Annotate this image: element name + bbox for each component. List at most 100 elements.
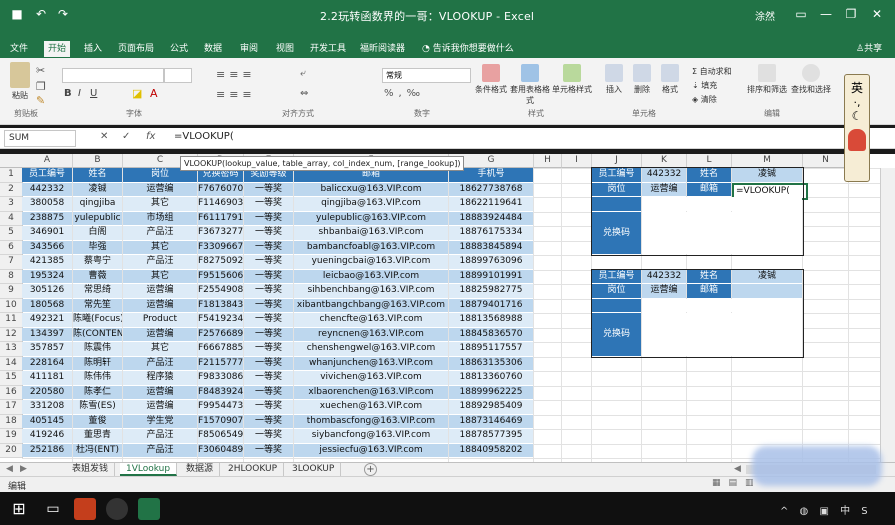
table-cell[interactable]: 其它 xyxy=(123,342,197,356)
table-cell[interactable]: F983308688 xyxy=(198,371,243,385)
table-cell[interactable]: 一等奖 xyxy=(244,429,293,443)
table-cell[interactable]: 18899763096 xyxy=(449,255,533,269)
row-header[interactable]: 8 xyxy=(0,269,23,284)
cut-icon[interactable]: ✂ xyxy=(36,64,45,77)
table-cell[interactable]: 常先笙 xyxy=(73,298,122,312)
table-cell[interactable]: 一等奖 xyxy=(244,182,293,196)
align-left-icons[interactable]: ≡≡≡ xyxy=(216,88,256,101)
table-cell[interactable]: baliccxu@163.VIP.com xyxy=(294,182,448,196)
sheet-tab-biaojie[interactable]: 表姐发钱 xyxy=(66,463,116,476)
row-header[interactable]: 12 xyxy=(0,327,23,342)
table-cell[interactable]: siybancfong@163.VIP.com xyxy=(294,429,448,443)
table-cell[interactable]: 18879401716 xyxy=(449,298,533,312)
table-cell[interactable]: F666788567 xyxy=(198,342,243,356)
table-cell[interactable]: 陈震伟 xyxy=(73,342,122,356)
add-sheet-button[interactable]: + xyxy=(364,463,377,476)
sheet-tab-hlookup[interactable]: 2HLOOKUP xyxy=(222,463,285,476)
table-cell[interactable]: F306048978 xyxy=(198,443,243,457)
table-cell[interactable]: 白阁 xyxy=(73,226,122,240)
table-cell[interactable]: 305126 xyxy=(22,284,72,298)
table-cell[interactable]: 18892985409 xyxy=(449,400,533,414)
table-cell[interactable]: 18876175334 xyxy=(449,226,533,240)
ime-moon-icon[interactable]: ☾ xyxy=(845,109,869,123)
table-cell[interactable]: 杜冯(ENT) xyxy=(73,443,122,457)
table-cell[interactable]: F367327761 xyxy=(198,226,243,240)
table-cell[interactable]: F257668994 xyxy=(198,327,243,341)
row-header[interactable]: 1 xyxy=(0,168,23,183)
table-cell[interactable]: F255490873 xyxy=(198,284,243,298)
worksheet-grid[interactable]: ABCDEFGHIJKLMN 1234567891011121314151617… xyxy=(0,154,895,462)
table-cell[interactable]: 331208 xyxy=(22,400,72,414)
table-cell[interactable]: 运营编 xyxy=(123,385,197,399)
table-cell[interactable]: 442332 xyxy=(22,182,72,196)
font-name-box[interactable] xyxy=(62,68,164,83)
table-cell[interactable]: 陈曦(Focus) xyxy=(73,313,122,327)
table-cell[interactable]: 常思绮 xyxy=(73,284,122,298)
table-cell[interactable]: 18825982775 xyxy=(449,284,533,298)
row-header[interactable]: 16 xyxy=(0,385,23,400)
table-cell[interactable]: 一等奖 xyxy=(244,371,293,385)
table-cell[interactable]: vivichen@163.VIP.com xyxy=(294,371,448,385)
ime-mode-icon[interactable]: 英 xyxy=(845,79,869,96)
table-cell[interactable]: Product xyxy=(123,313,197,327)
row-header[interactable]: 10 xyxy=(0,298,23,313)
column-header-b[interactable]: B xyxy=(73,154,123,168)
recorder-icon[interactable] xyxy=(106,498,128,520)
table-cell[interactable]: 18883845894 xyxy=(449,240,533,254)
table-cell[interactable]: 一等奖 xyxy=(244,327,293,341)
table-cell[interactable]: reyncnen@163.VIP.com xyxy=(294,327,448,341)
table-cell[interactable]: 一等奖 xyxy=(244,226,293,240)
tray-icons[interactable]: ^ ◍ ▣ 中 S xyxy=(780,502,872,517)
table-cell[interactable]: 一等奖 xyxy=(244,414,293,428)
table-cell[interactable]: 曹薇 xyxy=(73,269,122,283)
table-cell[interactable]: 程序猿 xyxy=(123,371,197,385)
sheet-tab-lookup[interactable]: 3LOOKUP xyxy=(286,463,342,476)
tab-review[interactable]: 审阅 xyxy=(236,41,262,57)
table-cell[interactable]: 一等奖 xyxy=(244,443,293,457)
table-cell[interactable]: shbanbai@163.VIP.com xyxy=(294,226,448,240)
delete-cells-button[interactable]: 删除 xyxy=(630,64,654,95)
redo-icon[interactable]: ↷ xyxy=(52,5,74,23)
font-color-icon[interactable]: A xyxy=(150,87,158,100)
table-cell[interactable]: 凌铖 xyxy=(73,182,122,196)
table-cell[interactable]: F767607002 xyxy=(198,182,243,196)
table-cell[interactable]: 蔡粤宁 xyxy=(73,255,122,269)
table-cell[interactable]: xlbaorenchen@163.VIP.com xyxy=(294,385,448,399)
table-cell[interactable]: 228164 xyxy=(22,356,72,370)
table-cell[interactable]: qingjiba xyxy=(73,197,122,211)
tab-foxit[interactable]: 福昕阅读器 xyxy=(356,41,409,57)
column-header-n[interactable]: N xyxy=(803,154,849,168)
table-cell[interactable]: chencfte@163.VIP.com xyxy=(294,313,448,327)
column-header-h[interactable]: H xyxy=(534,154,562,168)
table-cell[interactable]: F827509201 xyxy=(198,255,243,269)
tab-view[interactable]: 视图 xyxy=(272,41,298,57)
table-cell[interactable]: F848392400 xyxy=(198,385,243,399)
table-cell[interactable]: 一等奖 xyxy=(244,197,293,211)
share-button[interactable]: ♙共享 xyxy=(852,41,886,57)
table-cell[interactable]: F181384311 xyxy=(198,298,243,312)
windows-start-icon[interactable]: ⊞ xyxy=(8,498,30,520)
table-cell[interactable]: 357857 xyxy=(22,342,72,356)
table-cell[interactable]: 一等奖 xyxy=(244,385,293,399)
table-cell[interactable]: qingjiba@163.VIP.com xyxy=(294,197,448,211)
tab-home[interactable]: 开始 xyxy=(44,41,71,57)
fill-button[interactable]: ⇣ 填充 xyxy=(692,80,717,91)
table-cell[interactable]: 405145 xyxy=(22,414,72,428)
cell-styles-button[interactable]: 单元格样式 xyxy=(552,64,592,95)
tell-me-box[interactable]: ◔ 告诉我你想要做什么 xyxy=(418,41,518,57)
italic-icon[interactable]: I xyxy=(78,88,81,99)
table-cell[interactable]: 运营编 xyxy=(123,400,197,414)
enter-icon[interactable]: ✓ xyxy=(122,131,130,142)
number-format-icons[interactable]: %,‰ xyxy=(384,88,425,99)
table-cell[interactable]: 一等奖 xyxy=(244,342,293,356)
insert-cells-button[interactable]: 插入 xyxy=(602,64,626,95)
row-header[interactable]: 17 xyxy=(0,400,23,415)
format-painter-icon[interactable]: ✎ xyxy=(36,94,45,107)
table-cell[interactable]: 492321 xyxy=(22,313,72,327)
table-cell[interactable]: yulepublic xyxy=(73,211,122,225)
format-as-table-button[interactable]: 套用表格格式 xyxy=(510,64,550,106)
table-cell[interactable]: 产品汪 xyxy=(123,226,197,240)
font-size-box[interactable] xyxy=(164,68,192,83)
table-cell[interactable]: whanjunchen@163.VIP.com xyxy=(294,356,448,370)
row-header[interactable]: 18 xyxy=(0,414,23,429)
